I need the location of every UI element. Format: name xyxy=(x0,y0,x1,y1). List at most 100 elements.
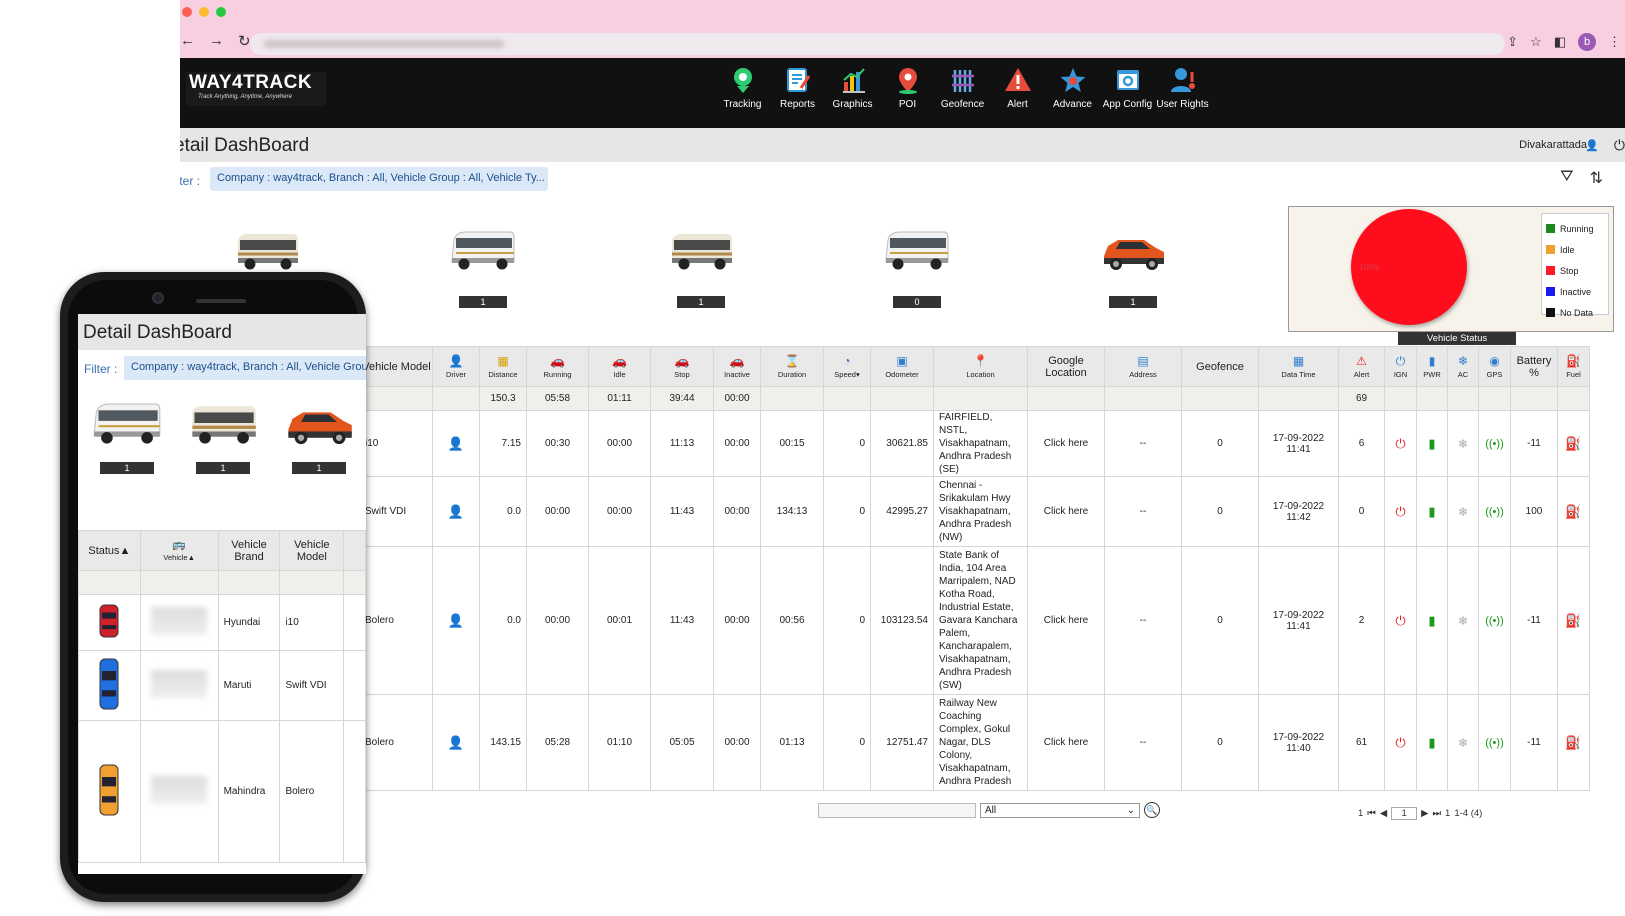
mobile-model-cell: Bolero xyxy=(279,720,345,863)
col-header-ign[interactable]: ⏻ IGN xyxy=(1384,346,1417,387)
table-row[interactable]: Swift VDI 👤 0.0 00:00 00:00 11:43 00:00 134:13 0… xyxy=(360,476,1590,547)
filter-summary[interactable]: Company : way4track, Branch : All, Vehic… xyxy=(210,167,548,191)
menu-item-advance[interactable]: Advance xyxy=(1045,66,1100,110)
col-header-label: Inactive xyxy=(724,369,750,379)
google-location-link[interactable]: Click here xyxy=(1027,476,1105,547)
col-header-location[interactable]: 📍 Location xyxy=(933,346,1028,387)
filter-funnel-icon[interactable]: ⛛ xyxy=(1560,168,1573,188)
page-number-input[interactable]: 1 xyxy=(1391,807,1418,820)
total-empty xyxy=(1181,386,1259,411)
vehicle-type-card[interactable]: 0 xyxy=(882,226,952,308)
cell-distance: 143.15 xyxy=(479,694,527,791)
mobile-col-model[interactable]: Vehicle Model xyxy=(279,530,345,571)
mobile-vehicle-card[interactable]: 1 xyxy=(282,396,356,474)
legend-item[interactable]: No Data xyxy=(1546,302,1604,323)
close-window-button[interactable] xyxy=(182,7,192,17)
menu-item-graphics[interactable]: Graphics xyxy=(825,66,880,110)
last-page-icon[interactable]: ⏭ xyxy=(1432,808,1441,819)
driver-cell[interactable]: 👤 xyxy=(432,410,480,477)
reload-icon[interactable]: ↻ xyxy=(238,32,251,50)
search-column-select[interactable]: All ⌄ xyxy=(980,802,1140,818)
address-bar[interactable] xyxy=(250,33,1505,55)
search-icon[interactable]: 🔍 xyxy=(1144,802,1160,818)
user-icon[interactable]: 👤 xyxy=(1585,139,1599,152)
col-header-distance[interactable]: ▦ Distance xyxy=(479,346,527,387)
mobile-table-row[interactable]: Mahindra Bolero xyxy=(78,720,366,863)
search-input[interactable] xyxy=(818,802,976,818)
table-row[interactable]: i10 👤 7.15 00:30 00:00 11:13 00:00 00:15 0 30621.… xyxy=(360,410,1590,477)
menu-item-app-config[interactable]: App Config xyxy=(1100,66,1155,110)
mobile-table-row[interactable]: Maruti Swift VDI xyxy=(78,650,366,721)
mobile-col-brand[interactable]: Vehicle Brand xyxy=(217,530,281,571)
vehicle-type-card[interactable]: 1 xyxy=(448,226,518,308)
mobile-filter-summary[interactable]: Company : way4track, Branch : All, Vehic… xyxy=(124,356,366,380)
forward-arrow-icon[interactable]: → xyxy=(209,32,224,50)
table-row[interactable]: Bolero 👤 0.0 00:00 00:01 11:43 00:00 00:56 0 1031… xyxy=(360,546,1590,695)
col-header-idle[interactable]: 🚗 Idle xyxy=(588,346,651,387)
menu-item-tracking[interactable]: Tracking xyxy=(715,66,770,110)
col-header-vehicle-model[interactable]: Vehicle Model xyxy=(360,346,433,387)
col-header-pwr[interactable]: ▮ PWR xyxy=(1416,346,1448,387)
sort-az-icon[interactable]: ⇅ xyxy=(1590,168,1603,188)
col-header-google-location[interactable]: Google Location xyxy=(1027,346,1105,387)
col-header-driver[interactable]: 👤 Driver xyxy=(432,346,480,387)
first-page-icon[interactable]: ⏮ xyxy=(1367,808,1376,819)
col-header-running[interactable]: 🚗 Running xyxy=(526,346,589,387)
col-header-geofence[interactable]: Geofence xyxy=(1181,346,1259,387)
next-page-icon[interactable]: ▶ xyxy=(1421,808,1428,819)
col-header-label: Speed xyxy=(834,369,856,379)
brand-logo[interactable]: WAY4TRACK Track Anything, Anytime, Anywh… xyxy=(186,72,326,106)
inactive-icon: 🚗 xyxy=(729,353,745,368)
profile-avatar[interactable]: b xyxy=(1578,33,1596,51)
legend-item[interactable]: Running xyxy=(1546,218,1604,239)
mobile-table-row[interactable]: Hyundai i10 xyxy=(78,594,366,651)
col-header-inactive[interactable]: 🚗 Inactive xyxy=(713,346,761,387)
vehicle-type-card[interactable]: 1 xyxy=(666,226,736,308)
menu-item-geofence[interactable]: Geofence xyxy=(935,66,990,110)
cell-model: i10 xyxy=(360,410,433,477)
mobile-vehicle-card[interactable]: 1 xyxy=(186,396,260,474)
col-header-battery-[interactable]: Battery % xyxy=(1510,346,1558,387)
menu-item-poi[interactable]: POI xyxy=(880,66,935,110)
driver-cell[interactable]: 👤 xyxy=(432,546,480,695)
table-row[interactable]: Bolero 👤 143.15 05:28 01:10 05:05 00:00 01:13 0 1… xyxy=(360,694,1590,791)
prev-page-icon[interactable]: ◀ xyxy=(1380,808,1387,819)
driver-cell[interactable]: 👤 xyxy=(432,476,480,547)
google-location-link[interactable]: Click here xyxy=(1027,546,1105,695)
driver-cell[interactable]: 👤 xyxy=(432,694,480,791)
col-header-ac[interactable]: ❄ AC xyxy=(1447,346,1479,387)
col-header-speed[interactable]: ◔ Speed▾ xyxy=(823,346,871,387)
col-header-address[interactable]: ▤ Address xyxy=(1104,346,1182,387)
minimize-window-button[interactable] xyxy=(199,7,209,17)
ac-snowflake-icon: ❄ xyxy=(1457,735,1469,750)
mobile-col-vehicle[interactable]: 🚌 Vehicle▲ xyxy=(139,530,219,571)
cell-geofence: 0 xyxy=(1181,410,1259,477)
sidebar-toggle-icon[interactable]: ◧ xyxy=(1554,34,1566,50)
bookmark-star-icon[interactable]: ☆ xyxy=(1530,34,1542,50)
legend-item[interactable]: Idle xyxy=(1546,239,1604,260)
menu-item-user-rights[interactable]: User Rights xyxy=(1155,66,1210,110)
share-icon[interactable]: ⇪ xyxy=(1507,34,1518,50)
col-header-stop[interactable]: 🚗 Stop xyxy=(650,346,714,387)
mobile-col-status[interactable]: Status▲ xyxy=(78,530,141,571)
col-header-odometer[interactable]: ▣ Odometer xyxy=(870,346,934,387)
col-header-gps[interactable]: ◉ GPS xyxy=(1478,346,1511,387)
browser-menu-icon[interactable]: ⋮ xyxy=(1608,34,1621,50)
driver-icon: 👤 xyxy=(447,734,465,750)
menu-item-reports[interactable]: Reports xyxy=(770,66,825,110)
menu-item-alert[interactable]: Alert xyxy=(990,66,1045,110)
logout-power-icon[interactable]: ⏻ xyxy=(1614,137,1625,154)
google-location-link[interactable]: Click here xyxy=(1027,410,1105,477)
vehicle-type-card[interactable]: 1 xyxy=(1098,226,1168,308)
google-location-link[interactable]: Click here xyxy=(1027,694,1105,791)
maximize-window-button[interactable] xyxy=(216,7,226,17)
mobile-vehicle-card[interactable]: 1 xyxy=(90,396,164,474)
col-header-data-time[interactable]: ▦ Data Time xyxy=(1258,346,1339,387)
col-header-duration[interactable]: ⌛ Duration xyxy=(760,346,824,387)
col-header-alert[interactable]: ⚠ Alert xyxy=(1338,346,1385,387)
legend-item[interactable]: Stop xyxy=(1546,260,1604,281)
col-header-fuel[interactable]: ⛽ Fuel xyxy=(1557,346,1590,387)
user-rights-icon xyxy=(1169,66,1197,94)
back-arrow-icon[interactable]: ← xyxy=(180,32,195,50)
legend-item[interactable]: Inactive xyxy=(1546,281,1604,302)
